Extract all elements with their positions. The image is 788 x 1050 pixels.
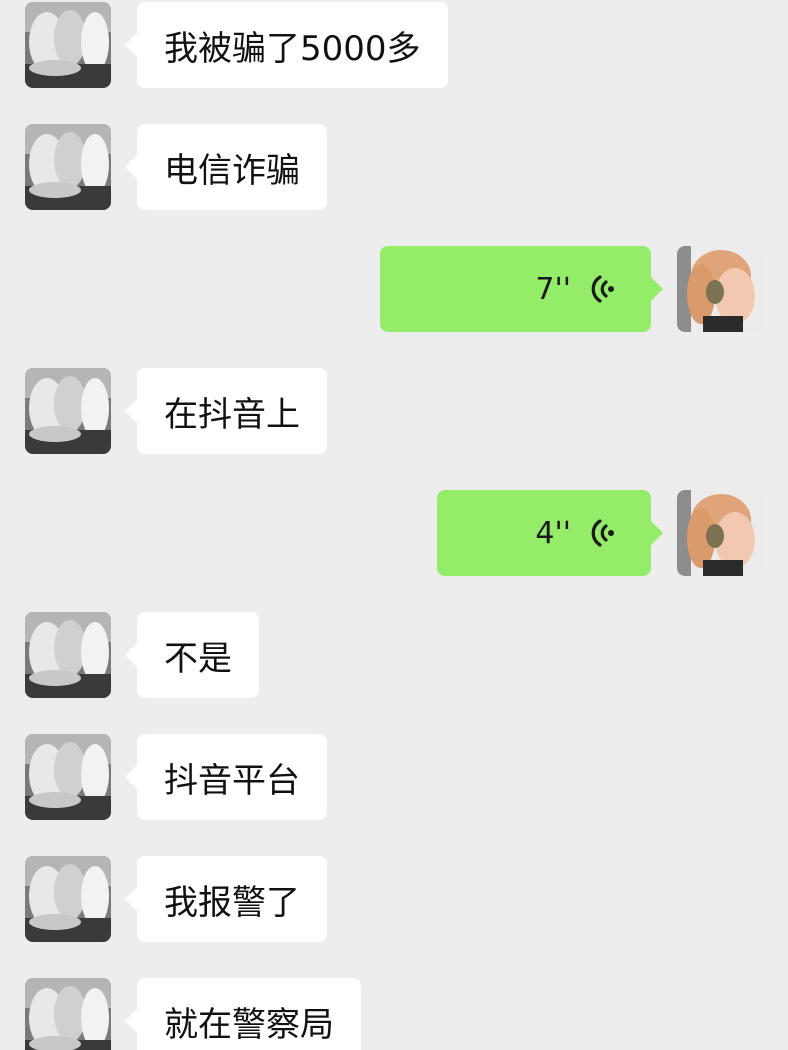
message-text: 抖音平台	[164, 760, 300, 801]
contact-avatar-photo-icon	[25, 368, 111, 454]
message-row-incoming: 不是	[0, 612, 788, 698]
self-avatar-photo-icon	[677, 246, 763, 332]
message-bubble-text[interactable]: 电信诈骗	[125, 124, 327, 210]
message-row-incoming: 电信诈骗	[0, 124, 788, 210]
message-bubble-text[interactable]: 就在警察局	[125, 978, 361, 1050]
message-row-incoming: 我报警了	[0, 856, 788, 942]
contact-avatar[interactable]	[25, 612, 111, 698]
contact-avatar-photo-icon	[25, 124, 111, 210]
self-avatar[interactable]	[677, 246, 763, 332]
message-text: 电信诈骗	[164, 150, 300, 191]
message-bubble-text[interactable]: 在抖音上	[125, 368, 327, 454]
contact-avatar[interactable]	[25, 2, 111, 88]
voice-duration: 4''	[535, 515, 571, 551]
voice-wave-icon	[589, 516, 615, 550]
contact-avatar-photo-icon	[25, 612, 111, 698]
message-bubble-text[interactable]: 不是	[125, 612, 259, 698]
self-avatar-photo-icon	[677, 490, 763, 576]
message-row-outgoing: 7''	[0, 246, 788, 332]
message-row-incoming: 我被骗了5000多	[0, 2, 788, 88]
voice-duration: 7''	[535, 271, 571, 307]
contact-avatar-photo-icon	[25, 978, 111, 1050]
message-text: 我报警了	[164, 882, 300, 923]
contact-avatar[interactable]	[25, 368, 111, 454]
contact-avatar[interactable]	[25, 734, 111, 820]
voice-wave-icon	[589, 272, 615, 306]
contact-avatar[interactable]	[25, 124, 111, 210]
chat-message-list[interactable]: 我被骗了5000多 电信诈骗 7'' 在抖音上 4'' 不是 抖音平台 我报警了…	[0, 0, 788, 1050]
message-text: 在抖音上	[164, 394, 300, 435]
voice-message-bubble[interactable]: 7''	[380, 246, 663, 332]
contact-avatar-photo-icon	[25, 734, 111, 820]
contact-avatar[interactable]	[25, 978, 111, 1050]
message-text: 不是	[164, 638, 232, 679]
contact-avatar[interactable]	[25, 856, 111, 942]
message-text: 就在警察局	[164, 1004, 334, 1045]
message-bubble-text[interactable]: 抖音平台	[125, 734, 327, 820]
contact-avatar-photo-icon	[25, 856, 111, 942]
contact-avatar-photo-icon	[25, 2, 111, 88]
message-row-incoming: 抖音平台	[0, 734, 788, 820]
message-bubble-text[interactable]: 我报警了	[125, 856, 327, 942]
message-row-incoming: 就在警察局	[0, 978, 788, 1050]
self-avatar[interactable]	[677, 490, 763, 576]
message-text: 我被骗了5000多	[164, 28, 421, 69]
message-bubble-text[interactable]: 我被骗了5000多	[125, 2, 448, 88]
message-row-incoming: 在抖音上	[0, 368, 788, 454]
message-row-outgoing: 4''	[0, 490, 788, 576]
voice-message-bubble[interactable]: 4''	[437, 490, 663, 576]
